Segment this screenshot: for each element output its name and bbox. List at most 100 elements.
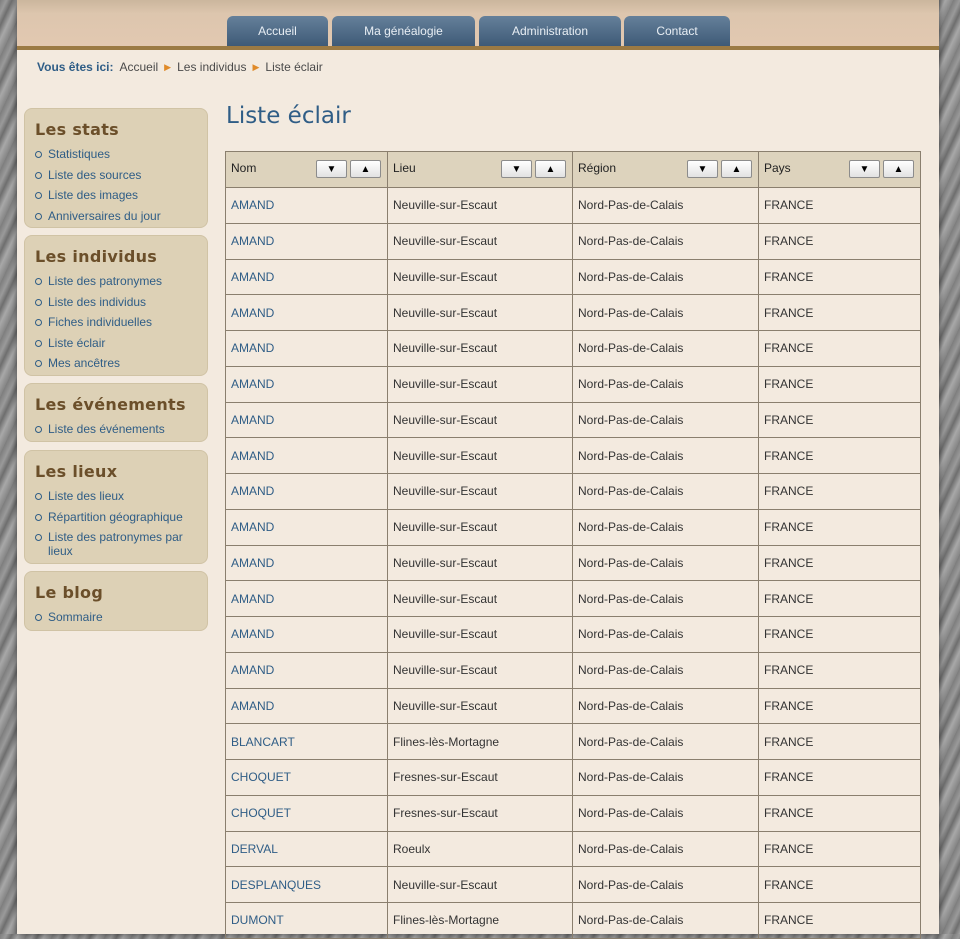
sidebar-item-liste-eclair[interactable]: Liste éclair [35, 336, 205, 350]
cell-pays: FRANCE [758, 866, 921, 903]
cell-pays: FRANCE [758, 222, 921, 260]
breadcrumb-link-accueil[interactable]: Accueil [119, 60, 158, 74]
cell-region: Nord-Pas-de-Calais [572, 651, 759, 689]
liste-eclair-table: Nom ▼ ▲ Lieu ▼ ▲ Région ▼ ▲ Pays ▼ ▲ AMA… [225, 151, 921, 939]
page-title: Liste éclair [226, 103, 351, 129]
column-header-label: Lieu [393, 161, 416, 175]
cell-lieu: Neuville-sur-Escaut [387, 651, 573, 689]
table-row: AMAND Neuville-sur-Escaut Nord-Pas-de-Cala… [225, 437, 921, 474]
sidebar-item-patronymes-lieux[interactable]: Liste des patronymes par lieux [35, 530, 205, 558]
sidebar-block-blog: Le blog Sommaire [24, 571, 208, 631]
cell-pays: FRANCE [758, 365, 921, 403]
cell-lieu: Neuville-sur-Escaut [387, 544, 573, 582]
column-header-label: Pays [764, 161, 791, 175]
cell-pays: FRANCE [758, 759, 921, 796]
cell-lieu: Neuville-sur-Escaut [387, 222, 573, 260]
nav-tab-accueil[interactable]: Accueil [227, 16, 328, 46]
nav-tab-ma-genealogie[interactable]: Ma généalogie [332, 16, 475, 46]
column-header-nom: Nom ▼ ▲ [225, 151, 388, 188]
cell-lieu: Neuville-sur-Escaut [387, 294, 573, 331]
sidebar-item-lieux[interactable]: Liste des lieux [35, 489, 205, 503]
sidebar-item-repartition[interactable]: Répartition géographique [35, 510, 205, 524]
cell-nom[interactable]: AMAND [225, 365, 388, 403]
sort-desc-button[interactable]: ▼ [849, 160, 880, 178]
cell-nom[interactable]: AMAND [225, 294, 388, 331]
cell-nom[interactable]: DUMONT [225, 902, 388, 939]
sidebar-item-sommaire[interactable]: Sommaire [35, 610, 205, 624]
table-row: DESPLANQUES Neuville-sur-Escaut Nord-Pas-d… [225, 866, 921, 903]
cell-nom[interactable]: CHOQUET [225, 794, 388, 832]
cell-region: Nord-Pas-de-Calais [572, 222, 759, 260]
breadcrumb-lead: Vous êtes ici: [37, 60, 114, 74]
cell-region: Nord-Pas-de-Calais [572, 830, 759, 868]
sidebar-item-individus[interactable]: Liste des individus [35, 295, 205, 309]
sort-asc-button[interactable]: ▲ [350, 160, 381, 178]
sidebar-item-ancetres[interactable]: Mes ancêtres [35, 356, 205, 370]
cell-lieu: Neuville-sur-Escaut [387, 866, 573, 903]
cell-region: Nord-Pas-de-Calais [572, 794, 759, 832]
sort-desc-button[interactable]: ▼ [501, 160, 532, 178]
sort-desc-button[interactable]: ▼ [316, 160, 347, 178]
cell-lieu: Roeulx [387, 830, 573, 868]
table-row: AMAND Neuville-sur-Escaut Nord-Pas-de-Cala… [225, 294, 921, 331]
breadcrumb-link-individus[interactable]: Les individus [177, 60, 246, 74]
sidebar-item-images[interactable]: Liste des images [35, 188, 205, 202]
cell-pays: FRANCE [758, 902, 921, 939]
site-header: Accueil Ma généalogie Administration Con… [17, 0, 939, 50]
cell-nom[interactable]: AMAND [225, 687, 388, 725]
cell-region: Nord-Pas-de-Calais [572, 544, 759, 582]
cell-pays: FRANCE [758, 473, 921, 510]
cell-nom[interactable]: AMAND [225, 508, 388, 546]
column-header-region: Région ▼ ▲ [572, 151, 759, 188]
cell-nom[interactable]: DESPLANQUES [225, 866, 388, 903]
column-header-lieu: Lieu ▼ ▲ [387, 151, 573, 188]
cell-nom[interactable]: AMAND [225, 187, 388, 224]
cell-lieu: Neuville-sur-Escaut [387, 365, 573, 403]
cell-nom[interactable]: AMAND [225, 580, 388, 617]
cell-nom[interactable]: AMAND [225, 651, 388, 689]
cell-lieu: Neuville-sur-Escaut [387, 687, 573, 725]
sidebar-block-title: Les événements [35, 395, 186, 414]
sidebar-block-title: Les stats [35, 120, 119, 139]
nav-tab-contact[interactable]: Contact [624, 16, 730, 46]
cell-nom[interactable]: AMAND [225, 473, 388, 510]
cell-pays: FRANCE [758, 401, 921, 439]
cell-nom[interactable]: AMAND [225, 544, 388, 582]
cell-nom[interactable]: AMAND [225, 616, 388, 653]
cell-pays: FRANCE [758, 723, 921, 760]
sidebar-item-evenements[interactable]: Liste des événements [35, 422, 205, 436]
sort-asc-button[interactable]: ▲ [721, 160, 752, 178]
cell-region: Nord-Pas-de-Calais [572, 294, 759, 331]
sidebar-item-statistiques[interactable]: Statistiques [35, 147, 205, 161]
sidebar-item-fiches[interactable]: Fiches individuelles [35, 315, 205, 329]
cell-nom[interactable]: AMAND [225, 330, 388, 367]
table-body: AMAND Neuville-sur-Escaut Nord-Pas-de-Cala… [225, 187, 921, 939]
sort-asc-button[interactable]: ▲ [535, 160, 566, 178]
cell-nom[interactable]: AMAND [225, 401, 388, 439]
table-row: DERVAL Roeulx Nord-Pas-de-Calais FRANCE [225, 830, 921, 868]
cell-nom[interactable]: BLANCART [225, 723, 388, 760]
cell-pays: FRANCE [758, 580, 921, 617]
cell-nom[interactable]: AMAND [225, 222, 388, 260]
breadcrumb-arrow-icon: ▶ [252, 61, 260, 72]
sidebar-item-patronymes[interactable]: Liste des patronymes [35, 274, 205, 288]
cell-nom[interactable]: CHOQUET [225, 759, 388, 796]
cell-region: Nord-Pas-de-Calais [572, 473, 759, 510]
main-nav: Accueil Ma généalogie Administration Con… [17, 16, 939, 46]
cell-pays: FRANCE [758, 794, 921, 832]
sort-desc-button[interactable]: ▼ [687, 160, 718, 178]
cell-region: Nord-Pas-de-Calais [572, 866, 759, 903]
cell-pays: FRANCE [758, 294, 921, 331]
cell-nom[interactable]: AMAND [225, 258, 388, 296]
sidebar-item-anniversaires[interactable]: Anniversaires du jour [35, 209, 205, 223]
table-row: AMAND Neuville-sur-Escaut Nord-Pas-de-Cala… [225, 508, 921, 546]
cell-nom[interactable]: DERVAL [225, 830, 388, 868]
cell-lieu: Neuville-sur-Escaut [387, 187, 573, 224]
sidebar-item-sources[interactable]: Liste des sources [35, 168, 205, 182]
sort-asc-button[interactable]: ▲ [883, 160, 914, 178]
cell-nom[interactable]: AMAND [225, 437, 388, 474]
table-row: AMAND Neuville-sur-Escaut Nord-Pas-de-Cala… [225, 330, 921, 367]
nav-tab-administration[interactable]: Administration [479, 16, 621, 46]
table-row: AMAND Neuville-sur-Escaut Nord-Pas-de-Cala… [225, 580, 921, 617]
cell-region: Nord-Pas-de-Calais [572, 616, 759, 653]
